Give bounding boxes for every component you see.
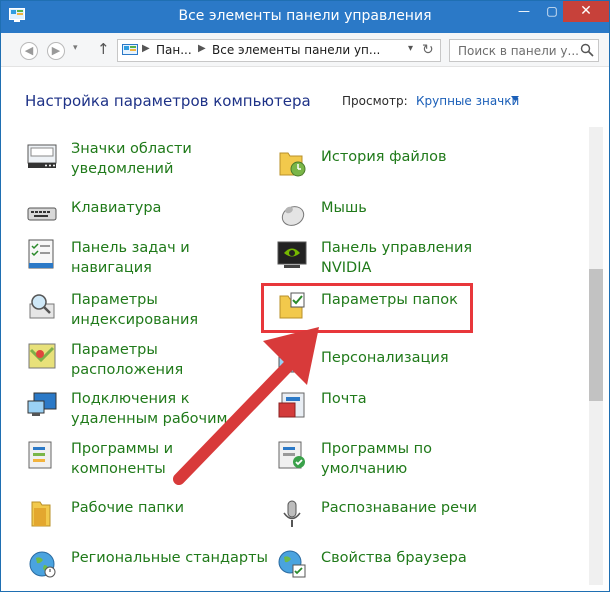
maximize-button[interactable]: ▢ <box>539 1 565 22</box>
item-label: Клавиатура <box>71 200 162 216</box>
arrow-right-icon[interactable]: ▶ <box>47 42 65 60</box>
item-label: Распознавание речи <box>321 500 478 516</box>
refresh-icon[interactable]: ↻ <box>422 42 434 58</box>
indexing-icon <box>29 294 55 319</box>
item-label: Программы и компоненты <box>71 441 174 477</box>
location-icon <box>28 343 56 369</box>
address-bar[interactable]: ▶ Пан... ▶ Все элементы панели уп... ▾ ↻ <box>117 39 441 62</box>
item-label: Персонализация <box>321 350 449 366</box>
item-label: Региональные стандарты <box>71 550 269 566</box>
close-button[interactable]: ✕ <box>563 1 609 22</box>
file-history-icon <box>279 152 306 177</box>
minimize-button[interactable]: — <box>511 1 537 22</box>
title-bar[interactable]: Все элементы панели управления — ▢ ✕ <box>1 1 609 33</box>
breadcrumb-separator: ▶ <box>198 43 206 54</box>
control-panel-icon <box>122 44 138 55</box>
arrow-left-icon[interactable]: ◀ <box>20 42 38 60</box>
notification-area-icon <box>27 144 57 168</box>
search-input[interactable]: Поиск в панели у... <box>449 39 599 62</box>
item-label: Параметры расположения <box>71 342 184 378</box>
breadcrumb-all-items[interactable]: Все элементы панели уп... <box>212 43 380 57</box>
breadcrumb-separator: ▶ <box>142 43 150 54</box>
item-label: История файлов <box>321 149 447 165</box>
view-label: Просмотр: <box>342 94 408 108</box>
item-label: Рабочие папки <box>71 500 184 516</box>
mail-icon <box>278 392 305 418</box>
keyboard-icon <box>27 207 57 221</box>
breadcrumb-control-panel[interactable]: Пан... <box>156 43 192 57</box>
programs-icon <box>28 441 52 469</box>
chevron-down-icon[interactable] <box>511 96 519 101</box>
scrollbar-thumb[interactable] <box>589 269 603 401</box>
item-label: Свойства браузера <box>321 550 467 566</box>
internet-options-icon <box>278 550 306 578</box>
region-icon <box>29 551 56 578</box>
item-label: Панель управления NVIDIA <box>321 240 473 276</box>
highlight-box <box>261 283 473 333</box>
item-label: Программы по умолчанию <box>321 441 432 477</box>
navigation-bar: ◀ ▶ ▾ ↑ ▶ Пан... ▶ Все элементы панели у… <box>1 33 609 67</box>
item-label: Панель задач и навигация <box>71 240 190 276</box>
view-mode-dropdown[interactable]: Крупные значки <box>416 94 519 108</box>
search-icon[interactable] <box>580 43 594 57</box>
item-label: Значки области уведомлений <box>71 141 192 177</box>
speech-recognition-icon <box>283 500 301 527</box>
arrow-up-icon[interactable]: ↑ <box>97 40 110 58</box>
work-folders-icon <box>31 501 51 527</box>
item-label: Параметры индексирования <box>71 292 199 328</box>
nvidia-icon <box>277 241 307 268</box>
search-placeholder: Поиск в панели у... <box>458 44 579 58</box>
item-label: Почта <box>321 391 367 407</box>
personalization-icon <box>278 353 306 373</box>
page-title: Настройка параметров компьютера <box>25 92 311 110</box>
chevron-down-icon[interactable]: ▾ <box>408 43 413 54</box>
remote-desktop-icon <box>27 392 57 416</box>
taskbar-icon <box>28 239 54 269</box>
control-panel-window: Все элементы панели управления — ▢ ✕ ◀ ▶… <box>0 0 610 592</box>
mouse-icon <box>281 206 305 226</box>
default-programs-icon <box>278 441 305 469</box>
item-label: Подключения к удаленным рабочим <box>71 391 228 427</box>
chevron-down-icon[interactable]: ▾ <box>73 43 78 53</box>
item-label: Мышь <box>321 200 367 216</box>
